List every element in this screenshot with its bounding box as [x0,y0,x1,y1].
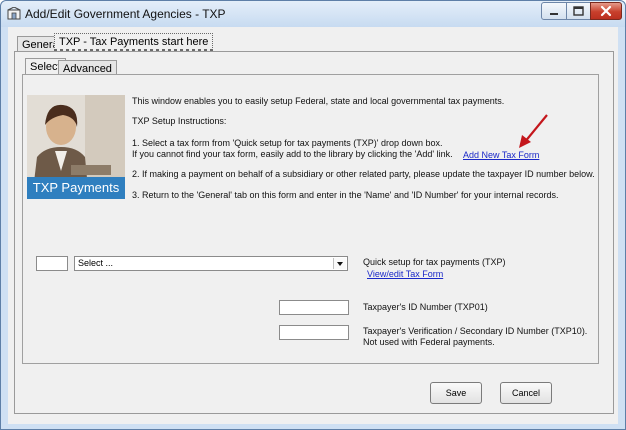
maximize-icon [573,6,584,16]
maximize-button[interactable] [566,2,591,20]
app-icon [7,7,21,20]
close-icon [600,5,612,17]
minimize-button[interactable] [541,2,567,20]
instruction-step-2: 2. If making a payment on behalf of a su… [132,169,595,179]
intro-text: This window enables you to easily setup … [132,96,505,106]
txp-payments-image: TXP Payments [27,95,125,199]
add-new-tax-form-link[interactable]: Add New Tax Form [463,150,539,160]
instruction-step-1: 1. Select a tax form from 'Quick setup f… [132,138,443,148]
txp-payments-banner: TXP Payments [27,177,125,199]
taxpayer-id-label: Taxpayer's ID Number (TXP01) [363,302,488,312]
tab-select-label: Select [30,61,61,73]
verification-id-label: Taxpayer's Verification / Secondary ID N… [363,326,588,336]
chevron-down-icon [337,262,343,266]
tab-txp-label: TXP - Tax Payments start here [59,36,209,48]
instruction-step-3: 3. Return to the 'General' tab on this f… [132,190,559,200]
view-edit-tax-form-link[interactable]: View/edit Tax Form [367,269,443,279]
close-button[interactable] [590,2,622,20]
dialog-window: Add/Edit Government Agencies - TXP Gener… [0,0,626,430]
verification-id-input[interactable] [279,325,349,340]
save-button[interactable]: Save [430,382,482,404]
title-bar[interactable]: Add/Edit Government Agencies - TXP [1,1,625,27]
quick-setup-label: Quick setup for tax payments (TXP) [363,257,506,267]
cancel-button[interactable]: Cancel [500,382,552,404]
minimize-icon [550,13,558,15]
tax-form-code-input[interactable] [36,256,68,271]
verification-id-note: Not used with Federal payments. [363,337,495,347]
dropdown-button[interactable] [333,258,346,269]
pointer-arrow-icon [519,114,548,148]
instructions-heading: TXP Setup Instructions: [132,116,227,126]
tab-advanced[interactable]: Advanced [58,60,117,75]
taxpayer-id-input[interactable] [279,300,349,315]
quick-setup-select-value: Select ... [78,258,114,268]
quick-setup-select[interactable]: Select ... [74,256,348,271]
instruction-step-1-detail: If you cannot find your tax form, easily… [132,149,453,159]
window-title: Add/Edit Government Agencies - TXP [25,7,226,21]
tab-txp-tax-payments[interactable]: TXP - Tax Payments start here [54,33,214,52]
